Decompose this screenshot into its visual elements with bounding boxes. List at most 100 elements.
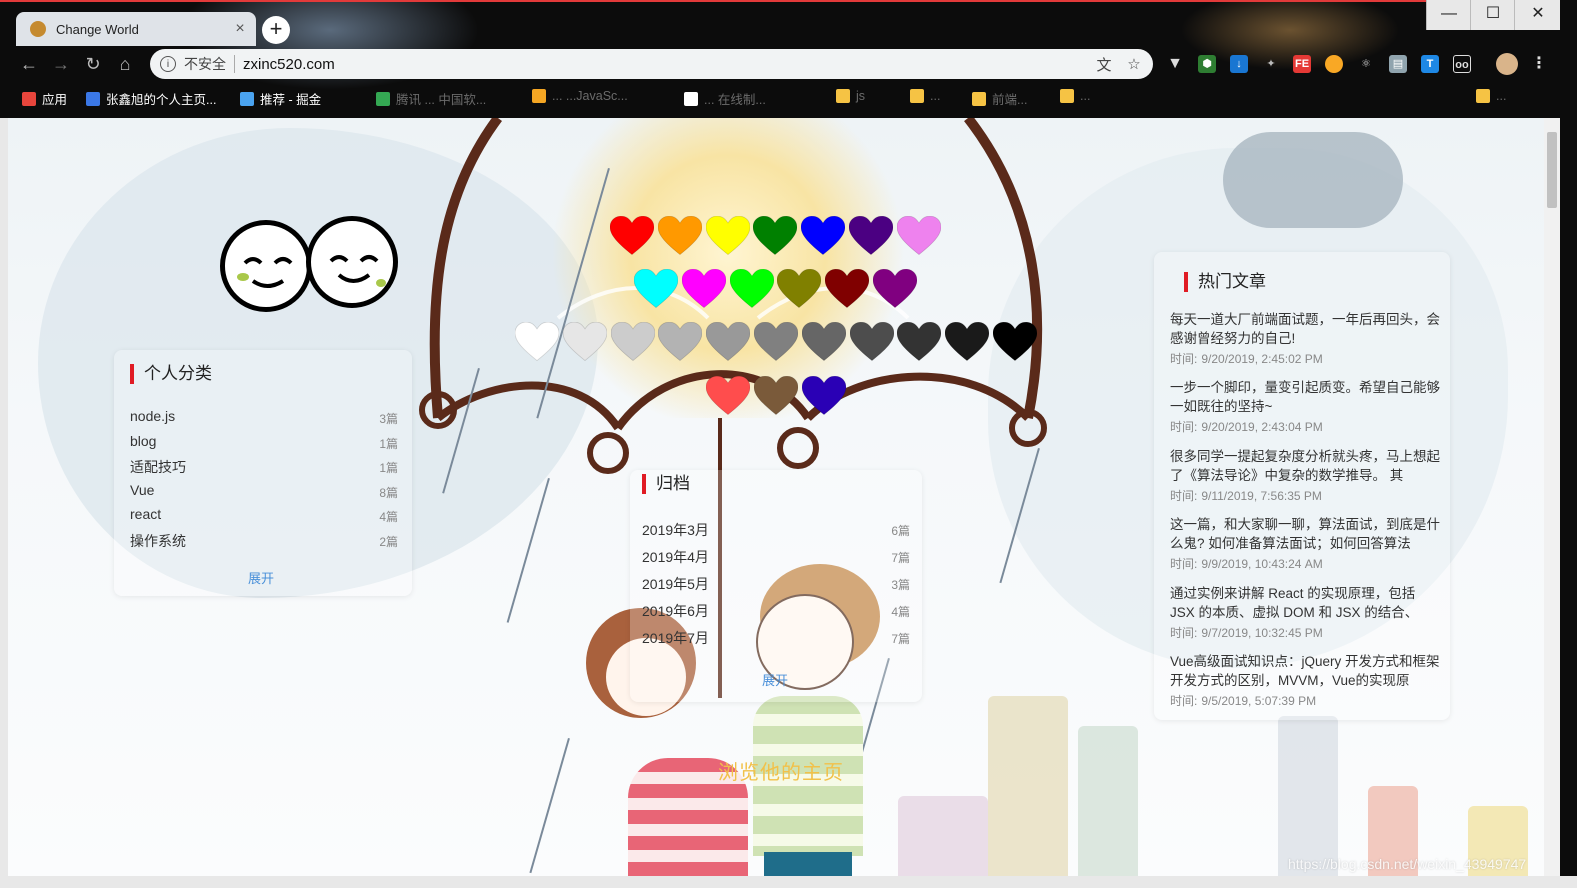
browser-tab[interactable]: Change World × bbox=[16, 12, 256, 46]
bookmark-label: js bbox=[856, 89, 866, 103]
category-item[interactable]: react bbox=[130, 506, 161, 522]
bookmark-item[interactable]: 张鑫旭的个人主页... bbox=[86, 89, 216, 108]
hot-post-title[interactable]: 这一篇，和大家聊一聊，算法面试，到底是什么鬼? 如何准备算法面试；如何回答算法 bbox=[1170, 515, 1440, 553]
category-count: 1篇 bbox=[379, 436, 398, 451]
heart-icon bbox=[801, 375, 847, 420]
bookmarks-bar: 应用 张鑫旭的个人主页... 推荐 - 掘金 腾讯 ... 中国软...... ...… bbox=[0, 84, 1577, 112]
fe-extension-icon[interactable]: FE bbox=[1293, 55, 1311, 73]
bookmark-item[interactable]: 前端... bbox=[972, 89, 1027, 108]
archive-expand-link[interactable]: 展开 bbox=[762, 670, 788, 689]
react-devtools-extension-icon[interactable]: ⚛ bbox=[1357, 55, 1375, 73]
profile-avatar[interactable] bbox=[1496, 53, 1518, 75]
window-edge bbox=[0, 876, 1577, 888]
category-item[interactable]: 操作系统 bbox=[130, 531, 186, 551]
forward-arrow-icon[interactable]: → bbox=[50, 54, 72, 76]
archive-count: 6篇 bbox=[891, 524, 910, 538]
hot-posts-title: 热门文章 bbox=[1184, 272, 1266, 292]
category-count: 2篇 bbox=[379, 535, 398, 549]
maximize-button[interactable]: ☐ bbox=[1470, 0, 1515, 30]
bookmark-item[interactable]: js bbox=[836, 89, 865, 103]
hot-post-title[interactable]: 很多同学一提起复杂度分析就头疼，马上想起了《算法导论》中复杂的数学推导。 其 bbox=[1170, 447, 1440, 485]
category-item[interactable]: 适配技巧 bbox=[130, 457, 186, 477]
category-count: 4篇 bbox=[379, 510, 398, 525]
view-homepage-link[interactable]: 浏览他的主页 bbox=[718, 756, 844, 785]
archive-count: 4篇 bbox=[891, 605, 910, 619]
heart-icon bbox=[944, 321, 990, 366]
browser-menu-icon[interactable]: ⋮ bbox=[1530, 55, 1548, 73]
extension-icon[interactable]: ✦ bbox=[1262, 55, 1280, 73]
bookmark-item[interactable]: ... bbox=[910, 89, 940, 103]
bookmark-icon bbox=[376, 91, 390, 106]
heart-icon bbox=[800, 215, 846, 260]
archive-month[interactable]: 2019年7月 bbox=[642, 628, 709, 648]
bookmark-item[interactable]: 腾讯 ... 中国软... bbox=[376, 89, 486, 108]
new-tab-button[interactable]: + bbox=[262, 16, 290, 44]
time-prefix: 时间: bbox=[1170, 352, 1198, 366]
bookmark-item[interactable]: ... ...JavaSc... bbox=[532, 89, 628, 103]
vue-devtools-extension-icon[interactable]: ▼ bbox=[1166, 55, 1184, 73]
categories-expand-link[interactable]: 展开 bbox=[248, 568, 274, 587]
tab-close-icon[interactable]: × bbox=[230, 20, 250, 38]
hot-post-title[interactable]: 一步一个脚印，量变引起质变。希望自己能够一如既往的坚持~ bbox=[1170, 378, 1440, 416]
heart-icon bbox=[729, 268, 775, 313]
web-page: 个人分类 展开 node.js 3篇 blog 1篇 适配技巧 1篇 Vue 8篇 react 4… bbox=[8, 118, 1544, 876]
translate-extension-icon[interactable]: T bbox=[1421, 55, 1439, 73]
reload-icon[interactable]: ↻ bbox=[82, 54, 104, 76]
hot-post-title[interactable]: Vue高级面试知识点：jQuery 开发方式和框架开发方式的区别，MVVM，Vu… bbox=[1170, 652, 1440, 690]
hot-post-time: 时间: 9/7/2019, 10:32:45 PM bbox=[1170, 624, 1323, 641]
heart-icon bbox=[705, 375, 751, 420]
extension-icon[interactable]: ▤ bbox=[1389, 55, 1407, 73]
bookmark-item[interactable]: ... bbox=[1476, 89, 1506, 103]
bookmark-item[interactable]: 应用 bbox=[22, 89, 67, 108]
bookmark-label: 应用 bbox=[42, 93, 68, 107]
window-edge bbox=[0, 118, 8, 888]
bookmark-icon bbox=[240, 91, 254, 106]
archive-month[interactable]: 2019年4月 bbox=[642, 547, 709, 567]
hot-post-title[interactable]: 每天一道大厂前端面试题，一年后再回头，会感谢曾经努力的自己! bbox=[1170, 310, 1440, 348]
minimize-button[interactable]: — bbox=[1426, 0, 1471, 30]
bookmark-label: 前端... bbox=[992, 93, 1028, 107]
site-info-icon[interactable]: i bbox=[160, 56, 176, 72]
page-scrollbar[interactable] bbox=[1544, 118, 1560, 876]
bookmark-item[interactable]: ... bbox=[1060, 89, 1090, 103]
download-extension-icon[interactable]: ↓ bbox=[1230, 55, 1248, 73]
bookmark-icon bbox=[86, 91, 100, 106]
building-illustration bbox=[898, 796, 988, 876]
close-window-button[interactable]: ✕ bbox=[1514, 0, 1561, 30]
building-illustration bbox=[1078, 726, 1138, 876]
heart-icon bbox=[681, 268, 727, 313]
heart-icon bbox=[633, 268, 679, 313]
translate-icon[interactable]: 文 bbox=[1093, 54, 1115, 75]
bookmark-icon bbox=[910, 89, 924, 103]
hot-post-time: 时间: 9/9/2019, 10:43:24 AM bbox=[1170, 555, 1323, 572]
category-item[interactable]: node.js bbox=[130, 408, 175, 424]
categories-title: 个人分类 bbox=[130, 364, 212, 384]
back-arrow-icon[interactable]: ← bbox=[18, 54, 40, 76]
bookmark-item[interactable]: ... 在线制... bbox=[684, 89, 766, 108]
url-text[interactable]: zxinc520.com bbox=[243, 56, 1093, 73]
watermark-text: https://blog.csdn.net/weixin_43949747 bbox=[1288, 856, 1527, 872]
bookmark-item[interactable]: 推荐 - 掘金 bbox=[240, 89, 321, 108]
extension-icon[interactable]: oo bbox=[1453, 55, 1471, 73]
time-value: 9/9/2019, 10:43:24 AM bbox=[1201, 557, 1323, 572]
archive-month[interactable]: 2019年5月 bbox=[642, 574, 709, 594]
tab-title: Change World bbox=[56, 21, 139, 37]
address-bar[interactable]: i 不安全 zxinc520.com 文 ☆ bbox=[150, 49, 1153, 79]
home-icon[interactable]: ⌂ bbox=[114, 54, 136, 76]
bookmark-label: 推荐 - 掘金 bbox=[260, 93, 322, 107]
scrollbar-thumb[interactable] bbox=[1547, 132, 1557, 208]
category-item[interactable]: Vue bbox=[130, 482, 154, 498]
heart-icon bbox=[896, 215, 942, 260]
archive-month[interactable]: 2019年6月 bbox=[642, 601, 709, 621]
heart-icon bbox=[609, 215, 655, 260]
hot-post-time: 时间: 9/20/2019, 2:43:04 PM bbox=[1170, 418, 1323, 435]
archive-month[interactable]: 2019年3月 bbox=[642, 520, 709, 540]
bookmark-star-icon[interactable]: ☆ bbox=[1123, 55, 1145, 73]
heart-icon bbox=[610, 321, 656, 366]
archive-count: 7篇 bbox=[891, 551, 910, 565]
node-extension-icon[interactable]: ⬢ bbox=[1198, 55, 1216, 73]
hot-post-title[interactable]: 通过实例来讲解 React 的实现原理，包括 JSX 的本质、虚拟 DOM 和 … bbox=[1170, 584, 1440, 622]
category-item[interactable]: blog bbox=[130, 433, 156, 449]
bookmark-icon bbox=[684, 91, 698, 106]
color-picker-extension-icon[interactable] bbox=[1325, 55, 1343, 73]
